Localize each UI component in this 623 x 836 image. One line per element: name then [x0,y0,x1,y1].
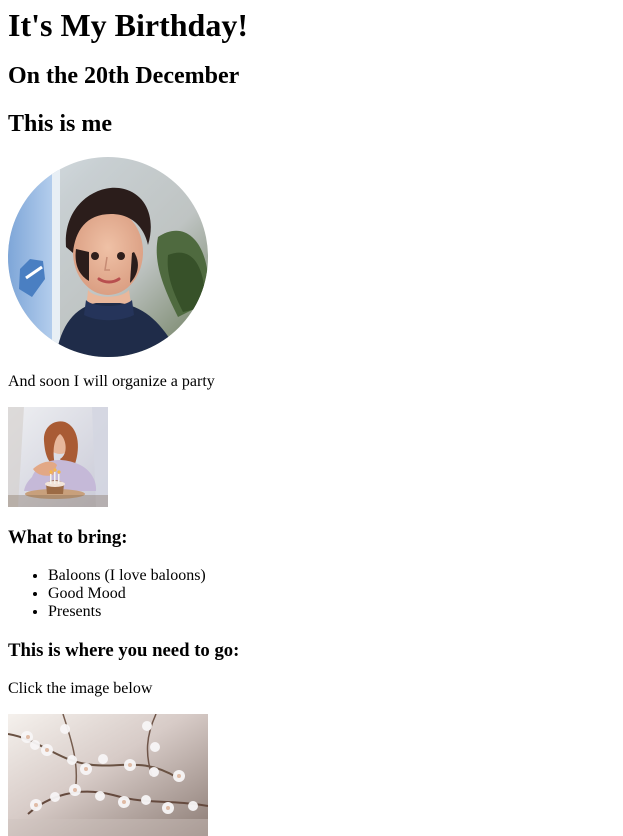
click-instruction: Click the image below [8,680,153,697]
list-item-good-mood: Good Mood [48,585,206,603]
page-title: It's My Birthday! [8,7,248,43]
party-announcement: And soon I will organize a party [8,373,215,390]
list-item-balloons: Baloons (I love baloons) [48,567,206,585]
location-image-link[interactable] [8,714,208,836]
location-heading: This is where you need to go: [8,640,240,661]
birthday-date-heading: On the 20th December [8,63,240,89]
portrait-photo-icon [8,157,208,357]
bring-list: Baloons (I love baloons) Good Mood Prese… [8,567,206,621]
birthday-cake-image [8,407,108,507]
this-is-me-heading: This is me [8,111,113,137]
what-to-bring-heading: What to bring: [8,527,128,548]
portrait-image [8,157,208,357]
birthday-cake-photo-icon [8,407,108,507]
list-item-presents: Presents [48,603,206,621]
cherry-blossom-photo-icon [8,714,208,836]
